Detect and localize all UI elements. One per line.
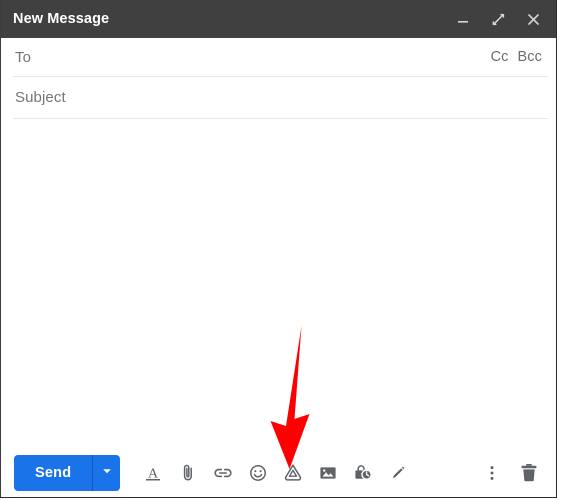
- insert-photo-icon: [317, 462, 339, 484]
- expand-icon: [490, 11, 507, 28]
- minimize-icon: [455, 11, 471, 27]
- insert-emoji-icon: [247, 462, 269, 484]
- cc-bcc-group: Cc Bcc: [491, 49, 542, 65]
- formatting-options-icon: A: [142, 462, 164, 484]
- window-titlebar: New Message: [0, 0, 556, 38]
- insert-signature-button[interactable]: [380, 455, 415, 491]
- insert-tools-group: A: [135, 455, 415, 491]
- minimize-button[interactable]: [450, 6, 476, 32]
- chevron-down-icon: [101, 464, 113, 482]
- cc-link[interactable]: Cc: [491, 49, 509, 65]
- window-controls: [450, 6, 546, 32]
- confidential-mode-button[interactable]: [345, 455, 380, 491]
- insert-drive-file-button[interactable]: [275, 455, 310, 491]
- recipients-row[interactable]: To Cc Bcc: [1, 38, 556, 76]
- close-button[interactable]: [520, 6, 546, 32]
- page-title: New Message: [13, 11, 110, 27]
- compose-window: New Message To Cc Bcc Subject Send A: [0, 0, 561, 500]
- window-border-bottom: [0, 497, 557, 498]
- bcc-link[interactable]: Bcc: [518, 49, 542, 65]
- compose-toolbar: Send A: [1, 448, 556, 497]
- subject-field-label: Subject: [15, 89, 66, 106]
- more-options-button[interactable]: [479, 455, 505, 491]
- insert-emoji-button[interactable]: [240, 455, 275, 491]
- window-border-left: [0, 0, 1, 498]
- discard-draft-button[interactable]: [516, 455, 542, 491]
- insert-link-button[interactable]: [205, 455, 240, 491]
- confidential-mode-icon: [352, 462, 374, 484]
- subject-row[interactable]: Subject: [1, 77, 556, 118]
- formatting-options-button[interactable]: A: [135, 455, 170, 491]
- insert-photo-button[interactable]: [310, 455, 345, 491]
- toolbar-right-group: [479, 455, 542, 491]
- window-border-right: [556, 0, 557, 498]
- expand-button[interactable]: [485, 6, 511, 32]
- attach-file-button[interactable]: [170, 455, 205, 491]
- send-button[interactable]: Send: [14, 455, 92, 491]
- to-field-label: To: [15, 48, 32, 66]
- more-options-icon: [482, 463, 502, 483]
- insert-signature-icon: [387, 462, 409, 484]
- close-icon: [525, 11, 542, 28]
- insert-link-icon: [212, 462, 234, 484]
- message-body-input[interactable]: [1, 119, 556, 448]
- attach-file-icon: [177, 462, 199, 484]
- send-button-group: Send: [14, 454, 121, 491]
- send-options-button[interactable]: [93, 455, 120, 491]
- discard-draft-icon: [517, 461, 541, 485]
- insert-drive-file-icon: [281, 461, 305, 485]
